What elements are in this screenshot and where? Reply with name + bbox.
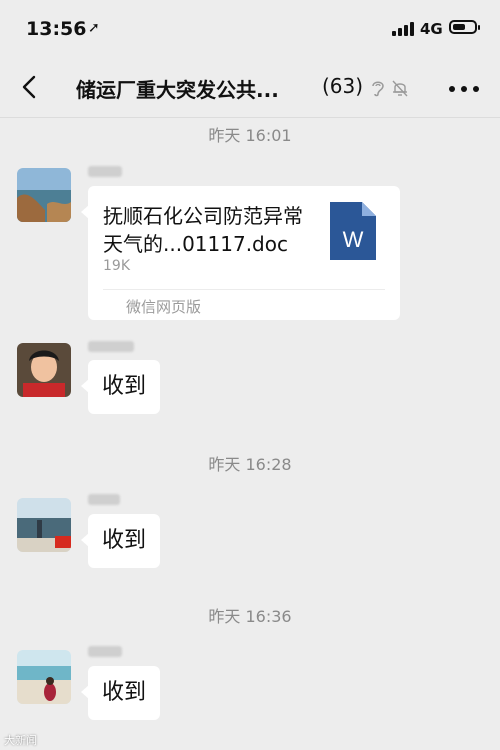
word-document-icon: W — [330, 202, 376, 260]
chat-header: 储运厂重大突发公共... (63) — [0, 58, 500, 118]
network-type: 4G — [420, 20, 443, 38]
text-message-bubble[interactable]: 收到 — [80, 360, 161, 414]
message-timestamp: 昨天 16:01 — [208, 126, 292, 145]
avatar[interactable] — [17, 498, 71, 552]
file-source-label: 微信网页版 — [126, 298, 202, 316]
location-arrow-icon: ➚ — [88, 20, 100, 36]
sender-name-blurred — [88, 341, 134, 352]
member-count: (63) — [322, 74, 364, 98]
avatar[interactable] — [17, 168, 71, 222]
avatar[interactable] — [17, 650, 71, 704]
sender-name-blurred — [88, 166, 122, 177]
divider — [103, 289, 385, 290]
sender-name-blurred — [88, 494, 120, 505]
mute-bell-icon — [392, 80, 408, 97]
status-bar: 13:56 ➚ 4G — [0, 0, 500, 58]
chat-title: 储运厂重大突发公共... — [76, 78, 279, 102]
message-timestamp: 昨天 16:36 — [208, 607, 292, 626]
message-timestamp: 昨天 16:28 — [208, 455, 292, 474]
text-message-bubble[interactable]: 收到 — [80, 514, 161, 568]
back-chevron-icon — [22, 75, 36, 99]
avatar[interactable] — [17, 343, 71, 397]
file-size: 19K — [103, 258, 130, 274]
status-time: 13:56 — [26, 18, 87, 40]
sender-name-blurred — [88, 646, 122, 657]
watermark: 大新闻 — [4, 734, 37, 747]
signal-icon — [392, 22, 414, 36]
file-name: 抚顺石化公司防范异常天气的...01117.doc — [103, 204, 303, 256]
back-button[interactable] — [18, 72, 42, 102]
file-message-card[interactable]: 抚顺石化公司防范异常天气的...01117.doc 19K W 微信网页版 — [81, 186, 400, 320]
text-message-bubble[interactable]: 收到 — [80, 666, 161, 720]
more-options-button[interactable] — [449, 86, 479, 92]
battery-icon — [449, 20, 480, 34]
svg-text:W: W — [343, 227, 364, 252]
earpiece-mode-icon — [372, 81, 384, 97]
